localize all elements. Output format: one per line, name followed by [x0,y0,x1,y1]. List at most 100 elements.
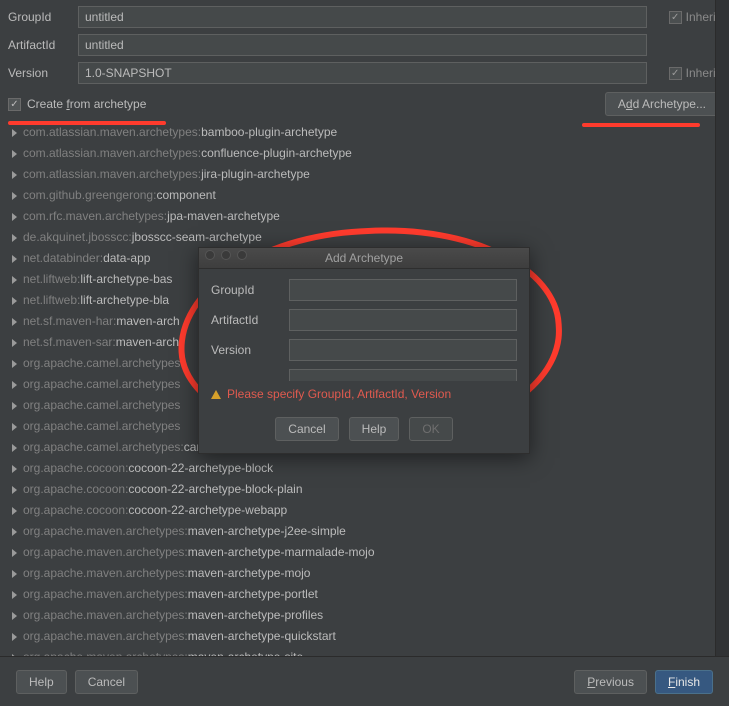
row-groupid: GroupId ✓ Inherit [8,6,719,28]
warning-icon [211,390,221,399]
expand-arrow-icon[interactable] [12,234,17,242]
annotation-underline [8,121,166,125]
expand-arrow-icon[interactable] [12,444,17,452]
minimize-icon[interactable] [221,250,231,260]
expand-arrow-icon[interactable] [12,360,17,368]
dlg-label-version: Version [211,343,289,357]
dlg-input-groupid[interactable] [289,279,517,301]
tree-item-label: org.apache.maven.archetypes:maven-archet… [23,522,346,541]
expand-arrow-icon[interactable] [12,150,17,158]
close-icon[interactable] [205,250,215,260]
maximize-icon[interactable] [237,250,247,260]
dlg-input-artifactid[interactable] [289,309,517,331]
row-version: Version ✓ Inherit [8,62,719,84]
tree-row[interactable]: com.github.greengerong:component [12,185,719,206]
checkbox-checked-icon: ✓ [669,11,682,24]
finish-button[interactable]: Finish [655,670,713,694]
tree-row[interactable]: org.apache.cocoon:cocoon-22-archetype-we… [12,500,719,521]
tree-item-label: com.atlassian.maven.archetypes:jira-plug… [23,165,310,184]
expand-arrow-icon[interactable] [12,171,17,179]
expand-arrow-icon[interactable] [12,381,17,389]
checkbox-checked-icon: ✓ [669,67,682,80]
dialog-cancel-button[interactable]: Cancel [275,417,338,441]
label-artifactid: ArtifactId [8,38,70,52]
expand-arrow-icon[interactable] [12,465,17,473]
inherit-groupid[interactable]: ✓ Inherit [655,10,719,24]
tree-item-label: com.atlassian.maven.archetypes:bamboo-pl… [23,123,337,142]
tree-item-label: net.sf.maven-har:maven-arch [23,312,180,331]
dialog-button-bar: Cancel Help OK [199,417,529,453]
tree-row[interactable]: org.apache.cocoon:cocoon-22-archetype-bl… [12,458,719,479]
tree-item-label: com.rfc.maven.archetypes:jpa-maven-arche… [23,207,280,226]
expand-arrow-icon[interactable] [12,297,17,305]
wizard-button-bar: Help Cancel Previous Finish [0,656,729,706]
tree-row[interactable]: org.apache.maven.archetypes:maven-archet… [12,626,719,647]
expand-arrow-icon[interactable] [12,318,17,326]
expand-arrow-icon[interactable] [12,129,17,137]
input-groupid[interactable] [78,6,647,28]
expand-arrow-icon[interactable] [12,528,17,536]
dlg-input-version[interactable] [289,339,517,361]
dialog-help-button[interactable]: Help [349,417,400,441]
tree-row[interactable]: org.apache.cocoon:cocoon-22-archetype-bl… [12,479,719,500]
tree-row[interactable]: org.apache.maven.archetypes:maven-archet… [12,542,719,563]
tree-item-label: org.apache.maven.archetypes:maven-archet… [23,564,310,583]
expand-arrow-icon[interactable] [12,402,17,410]
expand-arrow-icon[interactable] [12,570,17,578]
annotation-underline [582,123,700,127]
tree-item-label: net.liftweb:lift-archetype-bas [23,270,172,289]
help-button[interactable]: Help [16,670,67,694]
label-groupid: GroupId [8,10,70,24]
archetype-row: ✓ Create from archetype Add Archetype... [8,92,719,116]
expand-arrow-icon[interactable] [12,276,17,284]
dialog-title-text: Add Archetype [325,251,403,265]
tree-item-label: org.apache.cocoon:cocoon-22-archetype-we… [23,501,287,520]
tree-item-label: org.apache.camel.archetypes [23,396,180,415]
expand-arrow-icon[interactable] [12,486,17,494]
expand-arrow-icon[interactable] [12,339,17,347]
previous-button[interactable]: Previous [574,670,647,694]
expand-arrow-icon[interactable] [12,549,17,557]
tree-row[interactable]: com.rfc.maven.archetypes:jpa-maven-arche… [12,206,719,227]
expand-arrow-icon[interactable] [12,423,17,431]
tree-item-label: org.apache.maven.archetypes:maven-archet… [23,585,318,604]
tree-item-label: org.apache.camel.archetypes [23,354,180,373]
dialog-ok-button[interactable]: OK [409,417,452,441]
tree-row[interactable]: org.apache.maven.archetypes:maven-archet… [12,521,719,542]
expand-arrow-icon[interactable] [12,255,17,263]
dlg-label-artifactid: ArtifactId [211,313,289,327]
create-from-archetype-label: Create from archetype [27,97,146,111]
window-controls[interactable] [205,250,247,260]
inherit-version[interactable]: ✓ Inherit [655,66,719,80]
expand-arrow-icon[interactable] [12,591,17,599]
expand-arrow-icon[interactable] [12,612,17,620]
dialog-titlebar[interactable]: Add Archetype [199,248,529,269]
tree-row[interactable]: org.apache.maven.archetypes:maven-archet… [12,584,719,605]
right-gutter [715,0,729,706]
tree-row[interactable]: org.apache.maven.archetypes:maven-archet… [12,563,719,584]
tree-item-label: net.databinder:data-app [23,249,150,268]
expand-arrow-icon[interactable] [12,213,17,221]
expand-arrow-icon[interactable] [12,192,17,200]
tree-item-label: net.liftweb:lift-archetype-bla [23,291,169,310]
expand-arrow-icon[interactable] [12,507,17,515]
tree-item-label: net.sf.maven-sar:maven-arch [23,333,179,352]
tree-row[interactable]: de.akquinet.jbosscc:jbosscc-seam-archety… [12,227,719,248]
input-version[interactable] [78,62,647,84]
tree-item-label: de.akquinet.jbosscc:jbosscc-seam-archety… [23,228,262,247]
expand-arrow-icon[interactable] [12,633,17,641]
create-from-archetype-checkbox[interactable]: ✓ Create from archetype [8,97,146,111]
dlg-input-repo[interactable] [289,369,517,381]
add-archetype-dialog: Add Archetype GroupId ArtifactId Version… [198,247,530,454]
tree-row[interactable]: com.atlassian.maven.archetypes:confluenc… [12,143,719,164]
tree-row[interactable]: com.atlassian.maven.archetypes:jira-plug… [12,164,719,185]
cancel-button[interactable]: Cancel [75,670,138,694]
tree-item-label: com.github.greengerong:component [23,186,216,205]
inherit-label: Inherit [686,66,719,80]
input-artifactid[interactable] [78,34,647,56]
row-artifactid: ArtifactId ✓x [8,34,719,56]
add-archetype-button[interactable]: Add Archetype... [605,92,719,116]
tree-row[interactable]: org.apache.maven.archetypes:maven-archet… [12,605,719,626]
tree-item-label: org.apache.maven.archetypes:maven-archet… [23,627,336,646]
dialog-body: GroupId ArtifactId Version Please specif… [199,269,529,417]
